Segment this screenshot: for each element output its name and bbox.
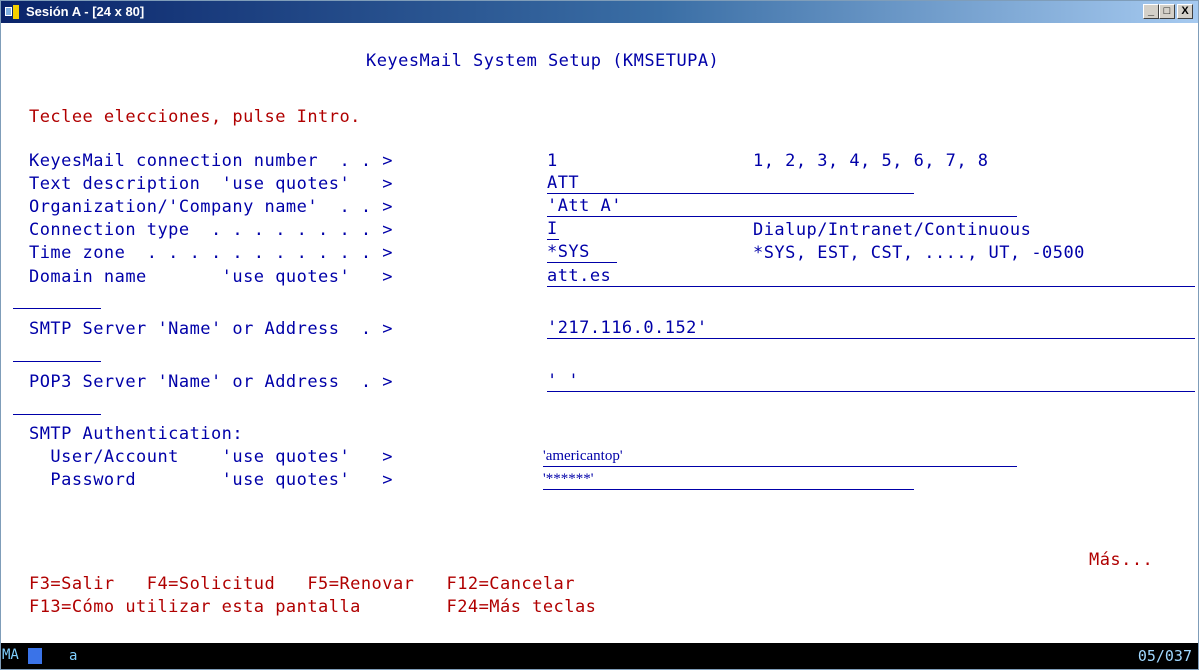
time-zone-hint: *SYS, EST, CST, ...., UT, -0500	[753, 243, 1085, 263]
emulator-icon[interactable]	[5, 5, 21, 19]
input-mode-indicator: a	[69, 648, 78, 664]
field-continuation-marker	[13, 361, 101, 362]
pop3-server-field[interactable]: ' '	[547, 372, 1195, 392]
title-bar[interactable]: Sesión A - [24 x 80] _ □ X	[1, 1, 1198, 23]
connection-type-label: Connection type . . . . . . . . >	[29, 220, 393, 240]
status-bar: MA a 05/037	[1, 643, 1198, 669]
smtp-auth-header: SMTP Authentication:	[29, 424, 244, 444]
password-label: Password 'use quotes' >	[29, 470, 393, 490]
field-continuation-marker	[13, 414, 101, 415]
mode-indicator: MA	[2, 647, 19, 663]
function-keys-line-2[interactable]: F13=Cómo utilizar esta pantalla F24=Más …	[29, 597, 596, 617]
text-description-field[interactable]: ATT	[547, 174, 914, 194]
input-inhibited-indicator	[28, 648, 42, 664]
password-field[interactable]: '******'	[543, 470, 914, 490]
minimize-button[interactable]: _	[1143, 4, 1159, 19]
user-account-label: User/Account 'use quotes' >	[29, 447, 393, 467]
connection-type-field[interactable]: I	[547, 220, 559, 240]
function-keys-line-1[interactable]: F3=Salir F4=Solicitud F5=Renovar F12=Can…	[29, 574, 575, 594]
maximize-button[interactable]: □	[1159, 4, 1175, 19]
cursor-position: 05/037	[1137, 647, 1192, 665]
connection-number-hint: 1, 2, 3, 4, 5, 6, 7, 8	[753, 151, 989, 171]
more-indicator: Más...	[1089, 550, 1154, 570]
connection-number-field[interactable]: 1	[547, 151, 558, 171]
close-button[interactable]: X	[1177, 4, 1193, 19]
time-zone-label: Time zone . . . . . . . . . . . >	[29, 243, 393, 263]
smtp-server-field[interactable]: '217.116.0.152'	[547, 319, 1195, 339]
smtp-server-label: SMTP Server 'Name' or Address . >	[29, 319, 393, 339]
connection-type-hint: Dialup/Intranet/Continuous	[753, 220, 1032, 240]
terminal-window: Sesión A - [24 x 80] _ □ X KeyesMail Sys…	[0, 0, 1199, 670]
domain-name-field[interactable]: att.es	[547, 267, 1195, 287]
instruction-text: Teclee elecciones, pulse Intro.	[29, 107, 361, 127]
organization-field[interactable]: 'Att A'	[547, 197, 1017, 217]
user-account-field[interactable]: 'americantop'	[543, 447, 1017, 467]
organization-label: Organization/'Company name' . . >	[29, 197, 393, 217]
terminal-screen[interactable]: KeyesMail System Setup (KMSETUPA) Teclee…	[1, 23, 1198, 643]
domain-name-label: Domain name 'use quotes' >	[29, 267, 393, 287]
pop3-server-label: POP3 Server 'Name' or Address . >	[29, 372, 393, 392]
field-continuation-marker	[13, 308, 101, 309]
screen-title: KeyesMail System Setup (KMSETUPA)	[366, 51, 720, 71]
text-description-label: Text description 'use quotes' >	[29, 174, 393, 194]
connection-number-label: KeyesMail connection number . . >	[29, 151, 393, 171]
window-title: Sesión A - [24 x 80]	[26, 4, 145, 19]
time-zone-field[interactable]: *SYS	[547, 243, 617, 263]
